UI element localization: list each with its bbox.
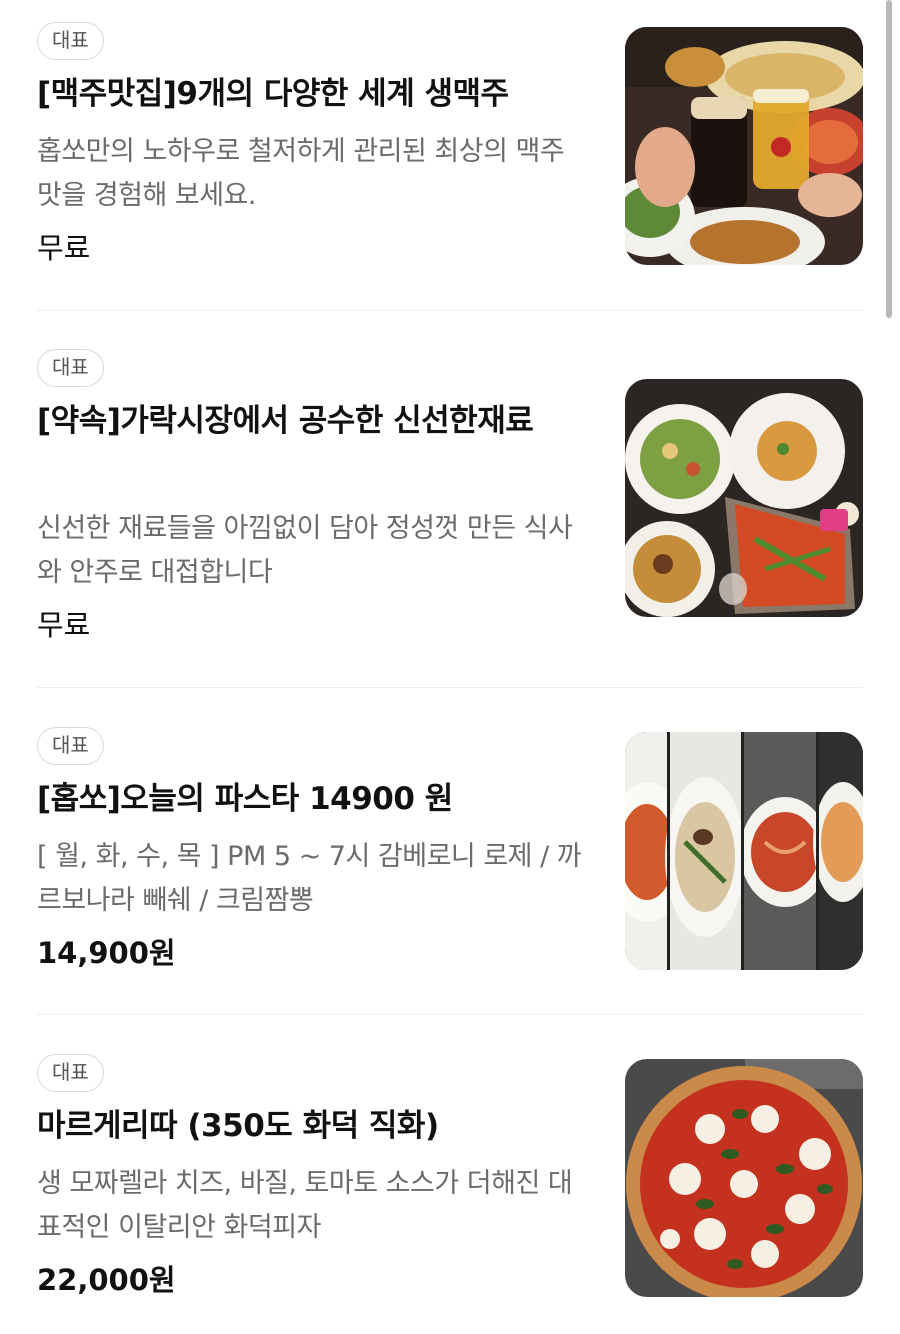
food-table-spread-photo: [625, 379, 863, 617]
divider: [37, 1014, 863, 1015]
pasta-dishes-photo: [625, 732, 863, 970]
beer-and-food-photo: [625, 27, 863, 265]
representative-badge: 대표: [37, 727, 104, 765]
scrollbar[interactable]: [886, 0, 892, 318]
representative-badge: 대표: [37, 349, 104, 387]
margherita-pizza-photo: [625, 1059, 863, 1297]
menu-item[interactable]: 대표 [약속]가락시장에서 공수한 신선한재료 신선한 재료들을 아낌없이 담아…: [37, 349, 863, 649]
menu-item-price: 22,000원: [37, 1263, 176, 1297]
menu-item-description: 신선한 재료들을 아낌없이 담아 정성껏 만든 식사와 안주로 대접합니다: [37, 513, 573, 588]
menu-item-title: 마르게리따 (350도 화덕 직화): [37, 1108, 439, 1144]
divider: [37, 310, 863, 311]
menu-item[interactable]: 대표 마르게리따 (350도 화덕 직화) 생 모짜렐라 치즈, 바질, 토마토…: [37, 1054, 863, 1304]
menu-item-title: [홉쏘]오늘의 파스타 14900 원: [37, 781, 453, 817]
menu-item-price: 무료: [37, 608, 91, 642]
menu-item-price: 14,900원: [37, 936, 176, 970]
representative-badge: 대표: [37, 1054, 104, 1092]
menu-item[interactable]: 대표 [맥주맛집]9개의 다양한 세계 생맥주 홉쏘만의 노하우로 철저하게 관…: [37, 22, 863, 272]
divider: [37, 687, 863, 688]
menu-item-description: 홉쏘만의 노하우로 철저하게 관리된 최상의 맥주맛을 경험해 보세요.: [37, 136, 565, 211]
menu-item[interactable]: 대표 [홉쏘]오늘의 파스타 14900 원 [ 월, 화, 수, 목 ] PM…: [37, 727, 863, 977]
menu-item-description: 생 모짜렐라 치즈, 바질, 토마토 소스가 더해진 대표적인 이탈리안 화덕피…: [37, 1168, 573, 1243]
menu-item-title: [약속]가락시장에서 공수한 신선한재료: [37, 403, 534, 439]
menu-item-description: [ 월, 화, 수, 목 ] PM 5 ~ 7시 감베로니 로제 / 까르보나라…: [37, 841, 582, 916]
menu-item-title: [맥주맛집]9개의 다양한 세계 생맥주: [37, 76, 509, 112]
menu-item-price: 무료: [37, 231, 91, 265]
representative-badge: 대표: [37, 22, 104, 60]
